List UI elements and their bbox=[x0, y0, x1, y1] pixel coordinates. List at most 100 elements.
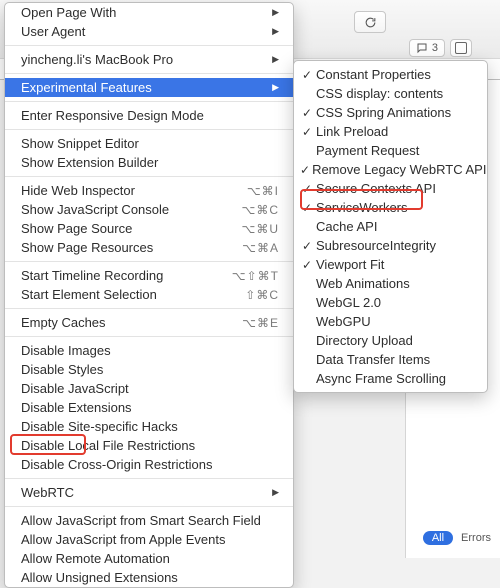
menu-item-hide-web-inspector[interactable]: Hide Web Inspector ⌥⌘I bbox=[5, 181, 293, 200]
menu-separator bbox=[5, 261, 293, 262]
submenu-arrow-icon: ▶ bbox=[272, 7, 279, 18]
submenu-item-label: Web Animations bbox=[314, 276, 410, 291]
submenu-item-payment-request[interactable]: Payment Request bbox=[294, 141, 487, 160]
menu-item-label: Experimental Features bbox=[21, 80, 152, 95]
submenu-item-label: Directory Upload bbox=[314, 333, 413, 348]
submenu-item-label: Link Preload bbox=[314, 124, 388, 139]
submenu-item-remove-legacy-webrtc-api[interactable]: ✓Remove Legacy WebRTC API bbox=[294, 160, 487, 179]
menu-item-label: yincheng.li's MacBook Pro bbox=[21, 52, 173, 67]
submenu-item-async-frame-scrolling[interactable]: Async Frame Scrolling bbox=[294, 369, 487, 388]
menu-item-empty-caches[interactable]: Empty Caches ⌥⌘E bbox=[5, 313, 293, 332]
checkmark-icon: ✓ bbox=[300, 239, 314, 253]
submenu-item-css-spring-animations[interactable]: ✓CSS Spring Animations bbox=[294, 103, 487, 122]
submenu-item-label: CSS Spring Animations bbox=[314, 105, 451, 120]
menu-item-label: Start Timeline Recording bbox=[21, 268, 163, 283]
submenu-item-label: Data Transfer Items bbox=[314, 352, 430, 367]
submenu-item-label: CSS display: contents bbox=[314, 86, 443, 101]
submenu-item-label: Constant Properties bbox=[314, 67, 431, 82]
menu-item-enter-responsive-design-mode[interactable]: Enter Responsive Design Mode bbox=[5, 106, 293, 125]
submenu-item-web-animations[interactable]: Web Animations bbox=[294, 274, 487, 293]
menu-item-webrtc[interactable]: WebRTC▶ bbox=[5, 483, 293, 502]
comment-count: 3 bbox=[432, 42, 438, 54]
menu-item-disable-cross-origin-restrictions[interactable]: Disable Cross-Origin Restrictions bbox=[5, 455, 293, 474]
submenu-item-viewport-fit[interactable]: ✓Viewport Fit bbox=[294, 255, 487, 274]
submenu-item-label: Payment Request bbox=[314, 143, 419, 158]
menu-separator bbox=[5, 129, 293, 130]
refresh-icon bbox=[364, 16, 377, 29]
submenu-item-data-transfer-items[interactable]: Data Transfer Items bbox=[294, 350, 487, 369]
menu-item-experimental-features[interactable]: Experimental Features▶ bbox=[5, 78, 293, 97]
checkmark-icon: ✓ bbox=[300, 182, 314, 196]
filter-bar: All Errors bbox=[423, 531, 491, 545]
menu-item-disable-extensions[interactable]: Disable Extensions bbox=[5, 398, 293, 417]
submenu-item-directory-upload[interactable]: Directory Upload bbox=[294, 331, 487, 350]
menu-separator bbox=[5, 336, 293, 337]
comment-count-pill[interactable]: 3 bbox=[409, 39, 445, 57]
menu-item-open-page-with[interactable]: Open Page With▶ bbox=[5, 3, 293, 22]
submenu-item-webgpu[interactable]: WebGPU bbox=[294, 312, 487, 331]
menu-item-start-timeline-recording[interactable]: Start Timeline Recording ⌥⇧⌘T bbox=[5, 266, 293, 285]
menu-item-disable-local-file-restrictions[interactable]: Disable Local File Restrictions bbox=[5, 436, 293, 455]
menu-item-show-page-resources[interactable]: Show Page Resources⌥⌘A bbox=[5, 238, 293, 257]
submenu-item-secure-contexts-api[interactable]: ✓Secure Contexts API bbox=[294, 179, 487, 198]
menu-item-shortcut: ⌥⌘U bbox=[242, 222, 280, 236]
menu-item-shortcut: ⌥⌘E bbox=[242, 316, 279, 330]
menu-item-shortcut: ⌥⌘I bbox=[247, 184, 279, 198]
menu-item-label: Show Extension Builder bbox=[21, 155, 158, 170]
menu-item-label: Allow Unsigned Extensions bbox=[21, 570, 178, 585]
checkmark-icon: ✓ bbox=[300, 68, 314, 82]
submenu-item-cache-api[interactable]: Cache API bbox=[294, 217, 487, 236]
menu-item-show-page-source[interactable]: Show Page Source⌥⌘U bbox=[5, 219, 293, 238]
submenu-item-webgl-2[interactable]: WebGL 2.0 bbox=[294, 293, 487, 312]
menu-item-user-agent[interactable]: User Agent▶ bbox=[5, 22, 293, 41]
menu-item-label: Show Snippet Editor bbox=[21, 136, 139, 151]
menu-item-label: Enter Responsive Design Mode bbox=[21, 108, 204, 123]
panel-toggle-button[interactable] bbox=[450, 39, 472, 57]
menu-item-shortcut: ⌥⇧⌘T bbox=[232, 269, 279, 283]
menu-item-device[interactable]: yincheng.li's MacBook Pro ▶ bbox=[5, 50, 293, 69]
menu-separator bbox=[5, 506, 293, 507]
submenu-item-css-display-contents[interactable]: CSS display: contents bbox=[294, 84, 487, 103]
menu-item-label: Disable Images bbox=[21, 343, 111, 358]
submenu-item-label: Secure Contexts API bbox=[314, 181, 436, 196]
menu-item-show-snippet-editor[interactable]: Show Snippet Editor bbox=[5, 134, 293, 153]
checkmark-icon: ✓ bbox=[300, 163, 310, 177]
submenu-item-serviceworkers[interactable]: ✓ServiceWorkers bbox=[294, 198, 487, 217]
submenu-item-subresource-integrity[interactable]: ✓SubresourceIntegrity bbox=[294, 236, 487, 255]
submenu-item-label: ServiceWorkers bbox=[314, 200, 408, 215]
comment-icon bbox=[416, 42, 428, 54]
submenu-item-label: Viewport Fit bbox=[314, 257, 384, 272]
checkmark-icon: ✓ bbox=[300, 201, 314, 215]
checkmark-icon: ✓ bbox=[300, 125, 314, 139]
menu-item-show-javascript-console[interactable]: Show JavaScript Console⌥⌘C bbox=[5, 200, 293, 219]
menu-separator bbox=[5, 45, 293, 46]
menu-item-label: Allow Remote Automation bbox=[21, 551, 170, 566]
refresh-button[interactable] bbox=[354, 11, 386, 33]
menu-item-label: Hide Web Inspector bbox=[21, 183, 135, 198]
menu-item-label: Disable Local File Restrictions bbox=[21, 438, 195, 453]
menu-item-disable-styles[interactable]: Disable Styles bbox=[5, 360, 293, 379]
menu-separator bbox=[5, 478, 293, 479]
submenu-arrow-icon: ▶ bbox=[272, 54, 279, 65]
menu-item-allow-js-apple-events[interactable]: Allow JavaScript from Apple Events bbox=[5, 530, 293, 549]
submenu-item-constant-properties[interactable]: ✓Constant Properties bbox=[294, 65, 487, 84]
filter-all[interactable]: All bbox=[423, 531, 453, 545]
menu-item-start-element-selection[interactable]: Start Element Selection⇧⌘C bbox=[5, 285, 293, 304]
menu-item-disable-javascript[interactable]: Disable JavaScript bbox=[5, 379, 293, 398]
menu-item-label: Disable Extensions bbox=[21, 400, 132, 415]
menu-separator bbox=[5, 176, 293, 177]
menu-item-label: Empty Caches bbox=[21, 315, 106, 330]
menu-item-allow-js-smart-search[interactable]: Allow JavaScript from Smart Search Field bbox=[5, 511, 293, 530]
submenu-item-label: Cache API bbox=[314, 219, 377, 234]
menu-item-label: Disable Styles bbox=[21, 362, 103, 377]
submenu-item-link-preload[interactable]: ✓Link Preload bbox=[294, 122, 487, 141]
menu-item-allow-remote-automation[interactable]: Allow Remote Automation bbox=[5, 549, 293, 568]
menu-item-allow-unsigned-extensions[interactable]: Allow Unsigned Extensions bbox=[5, 568, 293, 587]
menu-item-disable-site-specific-hacks[interactable]: Disable Site-specific Hacks bbox=[5, 417, 293, 436]
menu-item-show-extension-builder[interactable]: Show Extension Builder bbox=[5, 153, 293, 172]
submenu-item-label: WebGPU bbox=[314, 314, 371, 329]
checkmark-icon: ✓ bbox=[300, 106, 314, 120]
filter-errors[interactable]: Errors bbox=[461, 532, 491, 544]
menu-item-label: WebRTC bbox=[21, 485, 74, 500]
menu-item-disable-images[interactable]: Disable Images bbox=[5, 341, 293, 360]
